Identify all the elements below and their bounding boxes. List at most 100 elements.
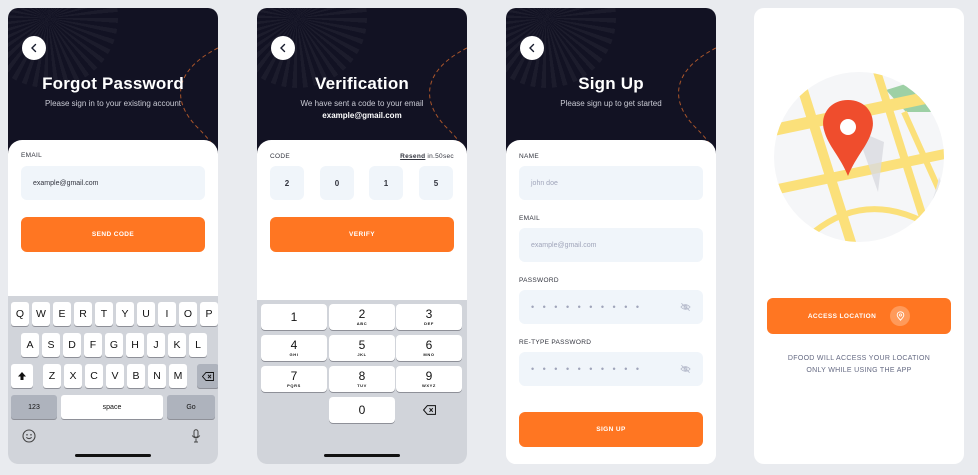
keyboard-row-4: 123 space Go (11, 395, 215, 419)
name-label: NAME (519, 153, 539, 160)
name-field[interactable]: john doe (519, 166, 703, 200)
numpad-key-4[interactable]: 4 GHI (261, 335, 327, 361)
chevron-left-icon (280, 43, 286, 53)
key-c[interactable]: C (85, 364, 103, 388)
shift-key[interactable] (11, 364, 33, 388)
password-field[interactable]: • • • • • • • • • • (519, 290, 703, 324)
numpad-letters: PQRS (287, 383, 301, 388)
page-subtitle: Please sign in to your existing account (44, 99, 182, 108)
key-v[interactable]: V (106, 364, 124, 388)
page-title: Forgot Password (42, 74, 184, 93)
shift-arrow-icon (18, 372, 26, 380)
key-h[interactable]: H (126, 333, 144, 357)
key-q[interactable]: Q (11, 302, 29, 326)
key-m[interactable]: M (169, 364, 187, 388)
numpad-key-7[interactable]: 7 PQRS (261, 366, 327, 392)
key-a[interactable]: A (21, 333, 39, 357)
numeric-keypad: 1 2 ABC 3 DEF 4 GHI 5 JKL 6 MNO 7 PQRS 8 TUV 9 WXYZ 0 (257, 300, 467, 464)
page-title: Sign Up (578, 74, 644, 93)
numpad-letters: WXYZ (422, 383, 436, 388)
email-field[interactable]: example@gmail.com (21, 166, 205, 200)
key-x[interactable]: X (64, 364, 82, 388)
resend-timer: in.50sec (427, 153, 454, 160)
code-digit-2[interactable]: 0 (320, 166, 354, 200)
key-j[interactable]: J (147, 333, 165, 357)
home-indicator (75, 454, 151, 457)
code-digit-3[interactable]: 1 (369, 166, 403, 200)
key-f[interactable]: F (84, 333, 102, 357)
keyboard-row-2: ASDFGHJKL (21, 333, 207, 357)
sign-up-screen: Sign Up Please sign up to get started NA… (506, 8, 716, 464)
eye-off-icon[interactable] (680, 364, 691, 374)
numpad-letters: ABC (356, 321, 368, 326)
key-b[interactable]: B (127, 364, 145, 388)
backspace-icon (202, 371, 214, 381)
page-title: Verification (314, 74, 410, 93)
send-code-button[interactable]: SEND CODE (21, 217, 205, 252)
key-r[interactable]: R (74, 302, 92, 326)
access-location-label: ACCESS LOCATION (807, 312, 877, 320)
sign-up-button[interactable]: SIGN UP (519, 412, 703, 447)
password-label: PASSWORD (519, 277, 559, 284)
numpad-key-0[interactable]: 0 (329, 397, 395, 423)
numpad-key-3[interactable]: 3 DEF (396, 304, 462, 330)
key-g[interactable]: G (105, 333, 123, 357)
back-button[interactable] (22, 36, 46, 60)
numpad-digit: 9 (425, 369, 433, 383)
key-l[interactable]: L (189, 333, 207, 357)
key-t[interactable]: T (95, 302, 113, 326)
key-n[interactable]: N (148, 364, 166, 388)
password-mask: • • • • • • • • • • (531, 302, 643, 312)
access-location-button[interactable]: ACCESS LOCATION (767, 298, 951, 334)
key-i[interactable]: I (158, 302, 176, 326)
key-o[interactable]: O (179, 302, 197, 326)
numpad-key-6[interactable]: 6 MNO (396, 335, 462, 361)
numpad-letters: GHI (289, 352, 299, 357)
key-k[interactable]: K (168, 333, 186, 357)
numpad-key-1[interactable]: 1 (261, 304, 327, 330)
form-sheet: NAME john doe EMAIL example@gmail.com PA… (506, 140, 716, 464)
chevron-left-icon (529, 43, 535, 53)
verify-button[interactable]: VERIFY (270, 217, 454, 252)
numpad-key-9[interactable]: 9 WXYZ (396, 366, 462, 392)
numpad-key-5[interactable]: 5 JKL (329, 335, 395, 361)
key-e[interactable]: E (53, 302, 71, 326)
numpad-digit: 1 (290, 310, 298, 324)
numpad-digit: 6 (425, 338, 433, 352)
retype-password-field[interactable]: • • • • • • • • • • (519, 352, 703, 386)
emoji-icon[interactable] (22, 429, 36, 443)
space-key[interactable]: space (61, 395, 163, 419)
code-digit-4[interactable]: 5 (419, 166, 453, 200)
code-digit-1[interactable]: 2 (270, 166, 304, 200)
numpad-key-8[interactable]: 8 TUV (329, 366, 395, 392)
resend-link[interactable]: Resend (400, 153, 425, 160)
go-key[interactable]: Go (167, 395, 215, 419)
home-indicator (324, 454, 400, 457)
header: Verification We have sent a code to your… (257, 8, 467, 158)
backspace-icon (422, 405, 436, 415)
back-button[interactable] (520, 36, 544, 60)
eye-off-icon[interactable] (680, 302, 691, 312)
header: Forgot Password Please sign in to your e… (8, 8, 218, 158)
retype-password-mask: • • • • • • • • • • (531, 364, 643, 374)
backspace-key[interactable] (396, 397, 462, 423)
key-z[interactable]: Z (43, 364, 61, 388)
numbers-key[interactable]: 123 (11, 395, 57, 419)
keyboard: QWERTYUIOP ASDFGHJKL ZXCVBNM 123 space G… (8, 296, 218, 464)
chevron-left-icon (31, 43, 37, 53)
key-u[interactable]: U (137, 302, 155, 326)
page-subtitle: We have sent a code to your email (300, 99, 424, 108)
microphone-icon[interactable] (191, 429, 201, 443)
key-d[interactable]: D (63, 333, 81, 357)
backspace-key[interactable] (197, 364, 218, 388)
email-field[interactable]: example@gmail.com (519, 228, 703, 262)
key-y[interactable]: Y (116, 302, 134, 326)
numpad-letters: TUV (357, 383, 367, 388)
numpad-key-2[interactable]: 2 ABC (329, 304, 395, 330)
key-p[interactable]: P (200, 302, 218, 326)
key-w[interactable]: W (32, 302, 50, 326)
back-button[interactable] (271, 36, 295, 60)
email-label: EMAIL (21, 152, 43, 159)
key-s[interactable]: S (42, 333, 60, 357)
location-access-screen: ACCESS LOCATION DFOOD WILL ACCESS YOUR L… (754, 8, 964, 464)
